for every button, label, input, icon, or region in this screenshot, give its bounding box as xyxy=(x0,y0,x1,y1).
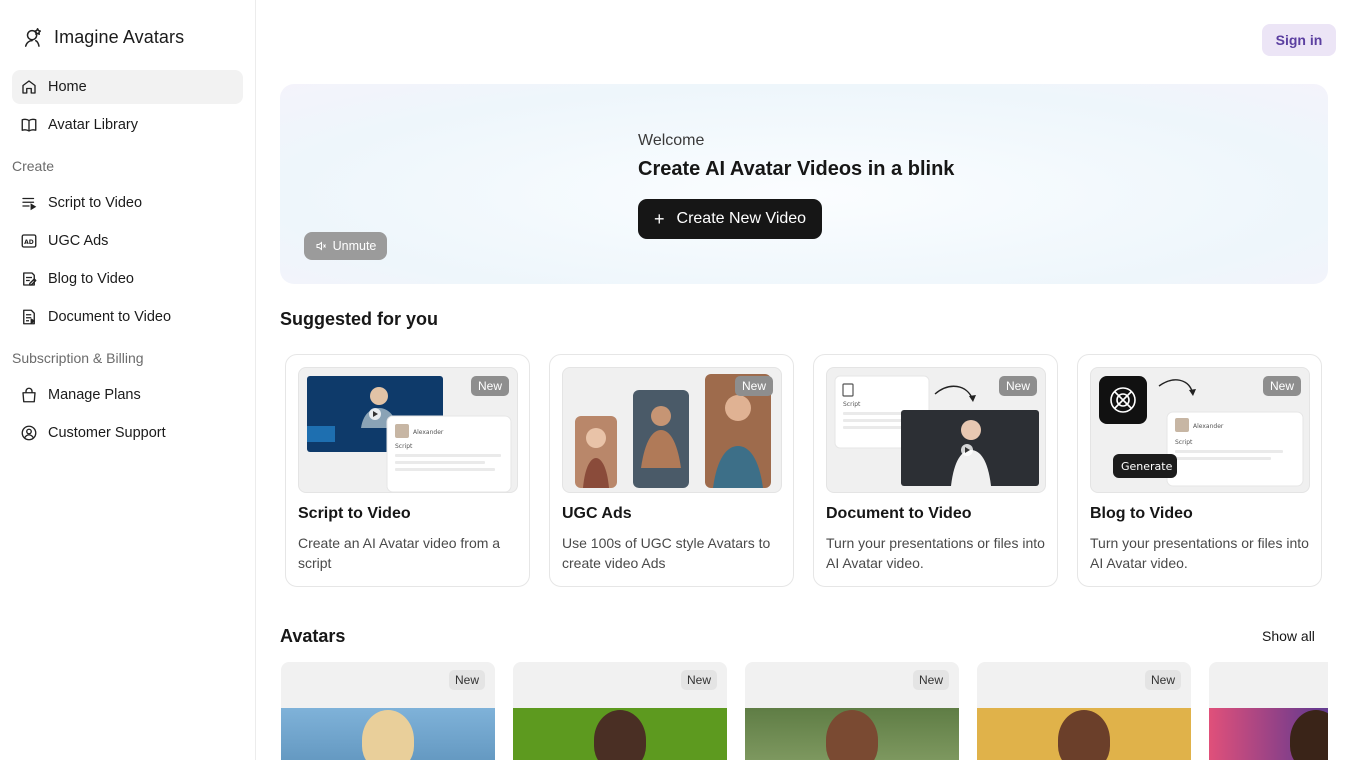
blog-icon xyxy=(23,272,37,286)
card-description: Turn your presentations or files into AI… xyxy=(1090,535,1309,571)
document-icon xyxy=(23,309,35,325)
sidebar-item-label: Document to Video xyxy=(48,309,172,325)
new-badge: New xyxy=(998,376,1037,396)
avatar-card[interactable] xyxy=(1209,662,1328,760)
card-description: Use 100s of UGC style Avatars to create … xyxy=(562,535,771,571)
script-icon xyxy=(22,197,37,211)
card-script-to-video[interactable]: Alexander Script New Script to Video Cre… xyxy=(285,354,530,587)
plus-icon: + xyxy=(654,209,665,229)
avatar-card[interactable]: New xyxy=(513,662,727,760)
sidebar-item-label: Avatar Library xyxy=(48,117,138,133)
thumb-generate-label: Generate xyxy=(1121,460,1173,473)
unmute-label: Unmute xyxy=(332,239,377,253)
ad-icon: AD xyxy=(21,234,37,248)
card-thumbnail: New xyxy=(562,367,782,493)
create-new-video-label: Create New Video xyxy=(676,210,807,227)
brand[interactable]: Imagine Avatars xyxy=(12,22,243,52)
unmute-button[interactable]: Unmute xyxy=(304,232,387,260)
thumb-label: Script xyxy=(843,401,861,408)
card-description: Turn your presentations or files into AI… xyxy=(826,535,1045,571)
thumb-label: Script xyxy=(395,443,413,450)
support-icon xyxy=(21,425,37,441)
sidebar-item-customer-support[interactable]: Customer Support xyxy=(12,416,243,450)
sidebar-item-label: Customer Support xyxy=(48,425,166,441)
speaker-muted-icon xyxy=(316,241,326,251)
sidebar-item-label: Blog to Video xyxy=(48,271,134,287)
create-new-video-button[interactable]: + Create New Video xyxy=(638,199,823,239)
sidebar-item-home[interactable]: Home xyxy=(12,70,243,104)
sidebar: Imagine Avatars Home Avatar Library Crea… xyxy=(0,0,256,760)
card-blog-to-video[interactable]: Alexander Script Generate New Blog to Vi… xyxy=(1077,354,1322,587)
hero-text: Welcome Create AI Avatar Videos in a bli… xyxy=(638,132,954,239)
hero-welcome: Welcome xyxy=(638,132,705,149)
card-ugc-ads[interactable]: New UGC Ads Use 100s of UGC style Avatar… xyxy=(549,354,794,587)
thumb-name: Alexander xyxy=(413,429,444,436)
card-description: Create an AI Avatar video from a script xyxy=(298,535,501,571)
avatar-card[interactable]: New xyxy=(281,662,495,760)
sidebar-item-label: Manage Plans xyxy=(48,387,141,403)
sidebar-item-manage-plans[interactable]: Manage Plans xyxy=(12,378,243,412)
new-badge: New xyxy=(680,670,717,690)
thumb-label: Script xyxy=(1175,439,1193,446)
sidebar-item-script-to-video[interactable]: Script to Video xyxy=(12,186,243,220)
new-badge: New xyxy=(1262,376,1301,396)
section-label-billing: Subscription & Billing xyxy=(12,350,144,366)
avatar-card[interactable]: New xyxy=(977,662,1191,760)
app-root: Imagine Avatars Home Avatar Library Crea… xyxy=(0,0,1352,760)
sidebar-item-avatar-library[interactable]: Avatar Library xyxy=(12,108,243,142)
bag-icon xyxy=(22,387,36,403)
card-thumbnail: Alexander Script Generate New xyxy=(1090,367,1310,493)
avatars-heading: Avatars xyxy=(280,626,346,646)
avatars-row: New New New New xyxy=(281,662,1328,760)
card-title: Document to Video xyxy=(826,505,972,522)
sidebar-item-label: Home xyxy=(48,79,87,95)
sidebar-item-ugc-ads[interactable]: AD UGC Ads xyxy=(12,224,243,258)
show-all-button[interactable]: Show all xyxy=(1262,628,1315,644)
sign-in-button[interactable]: Sign in xyxy=(1262,24,1336,56)
new-badge: New xyxy=(734,376,773,396)
card-thumbnail: Script New xyxy=(826,367,1046,493)
thumb-name: Alexander xyxy=(1193,423,1224,430)
new-badge: New xyxy=(1144,670,1181,690)
card-title: Script to Video xyxy=(298,505,411,522)
card-document-to-video[interactable]: Script New Document to Video Turn your p… xyxy=(813,354,1058,587)
card-title: Blog to Video xyxy=(1090,505,1193,522)
new-badge: New xyxy=(912,670,949,690)
suggested-heading: Suggested for you xyxy=(280,309,439,329)
suggested-cards: Alexander Script New Script to Video Cre… xyxy=(285,354,1322,587)
new-badge: New xyxy=(470,376,509,396)
home-icon xyxy=(22,80,36,94)
sidebar-item-label: UGC Ads xyxy=(48,233,109,249)
sidebar-item-label: Script to Video xyxy=(48,195,143,211)
avatar-card[interactable]: New xyxy=(745,662,959,760)
card-title: UGC Ads xyxy=(562,505,632,522)
brand-logo-icon xyxy=(24,28,42,47)
main-content: Sign in Unmute Welcome Create AI Avatar … xyxy=(256,0,1352,760)
sidebar-item-blog-to-video[interactable]: Blog to Video xyxy=(12,262,243,296)
hero-title: Create AI Avatar Videos in a blink xyxy=(638,158,955,180)
new-badge: New xyxy=(448,670,485,690)
svg-text:AD: AD xyxy=(24,239,34,246)
book-icon xyxy=(21,118,37,132)
brand-title: Imagine Avatars xyxy=(54,26,185,47)
card-thumbnail: Alexander Script New xyxy=(298,367,518,493)
sidebar-item-document-to-video[interactable]: Document to Video xyxy=(12,300,243,334)
hero-banner: Unmute Welcome Create AI Avatar Videos i… xyxy=(280,84,1328,284)
section-label-create: Create xyxy=(12,158,55,174)
